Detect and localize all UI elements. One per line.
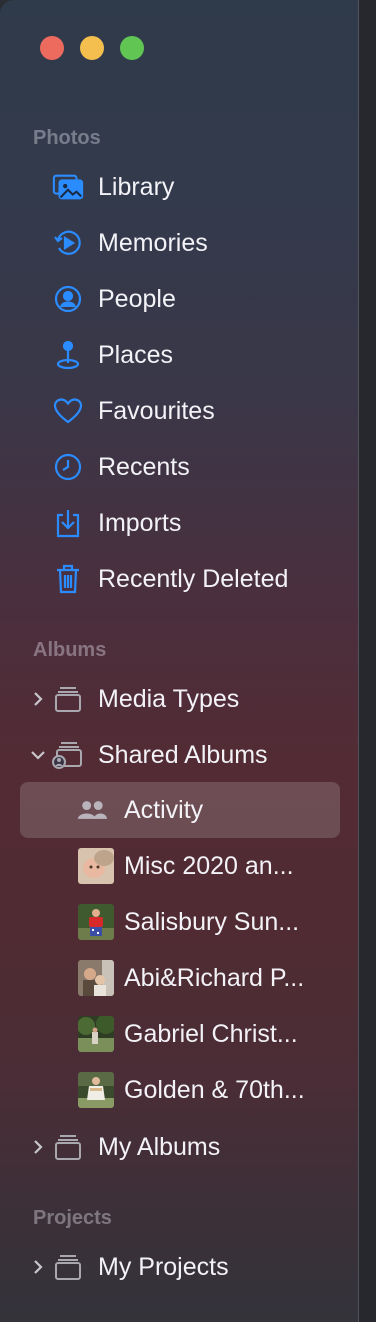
sidebar-item-library[interactable]: Library [0, 159, 360, 215]
sidebar-item-label: Favourites [98, 396, 215, 425]
album-thumbnail [78, 848, 114, 884]
people-activity-icon [76, 794, 108, 826]
sidebar-item-label: Library [98, 172, 175, 201]
sidebar-item-places[interactable]: Places [0, 327, 360, 383]
sidebar-item-label: Recents [98, 452, 190, 481]
sidebar-item-shared-albums[interactable]: Shared Albums [0, 727, 360, 783]
sidebar-item-activity[interactable]: Activity [0, 782, 360, 838]
section-header-albums: Albums [33, 639, 107, 661]
sidebar-item-people[interactable]: People [0, 271, 360, 327]
places-icon [52, 339, 84, 371]
sidebar-item-label: People [98, 284, 176, 313]
sidebar-item-label: Places [98, 340, 174, 369]
shared-album-item[interactable]: Misc 2020 an... [0, 838, 360, 894]
project-stack-icon [52, 1251, 84, 1283]
sidebar-item-my-albums[interactable]: My Albums [0, 1119, 360, 1175]
maximize-window-button[interactable] [120, 36, 144, 60]
sidebar-item-my-projects[interactable]: My Projects [0, 1239, 360, 1295]
sidebar-item-memories[interactable]: Memories [0, 215, 360, 271]
library-icon [52, 171, 84, 203]
album-thumbnail [78, 1016, 114, 1052]
sidebar-item-label: Shared Albums [98, 740, 268, 769]
shared-album-item[interactable]: Gabriel Christ... [0, 1006, 360, 1062]
shared-album-item[interactable]: Abi&Richard P... [0, 950, 360, 1006]
album-stack-icon [52, 683, 84, 715]
chevron-right-icon[interactable] [28, 1255, 48, 1279]
sidebar-item-recently-deleted[interactable]: Recently Deleted [0, 551, 360, 607]
sidebar: Photos Library Memories People Places Fa… [0, 0, 360, 1322]
sidebar-item-label: Misc 2020 an... [124, 851, 294, 880]
sidebar-item-favourites[interactable]: Favourites [0, 383, 360, 439]
clock-icon [52, 451, 84, 483]
sidebar-item-label: My Albums [98, 1132, 221, 1161]
chevron-right-icon[interactable] [28, 1135, 48, 1159]
sidebar-item-media-types[interactable]: Media Types [0, 671, 360, 727]
sidebar-item-label: Activity [124, 795, 204, 824]
import-icon [52, 507, 84, 539]
sidebar-item-label: Gabriel Christ... [124, 1019, 298, 1048]
chevron-right-icon[interactable] [28, 687, 48, 711]
sidebar-item-label: My Projects [98, 1252, 229, 1281]
shared-album-icon [52, 739, 84, 771]
album-thumbnail [78, 960, 114, 996]
chevron-down-icon[interactable] [28, 743, 48, 767]
sidebar-item-label: Golden & 70th... [124, 1075, 305, 1104]
section-header-photos: Photos [33, 127, 101, 149]
sidebar-item-label: Salisbury Sun... [124, 907, 300, 936]
sidebar-item-label: Imports [98, 508, 182, 537]
album-stack-icon [52, 1131, 84, 1163]
section-header-projects: Projects [33, 1207, 112, 1229]
close-window-button[interactable] [40, 36, 64, 60]
people-icon [52, 283, 84, 315]
sidebar-item-label: Recently Deleted [98, 564, 289, 593]
sidebar-item-label: Media Types [98, 684, 240, 713]
sidebar-item-label: Memories [98, 228, 208, 257]
sidebar-item-label: Abi&Richard P... [124, 963, 305, 992]
sidebar-item-recents[interactable]: Recents [0, 439, 360, 495]
album-thumbnail [78, 904, 114, 940]
sidebar-item-imports[interactable]: Imports [0, 495, 360, 551]
trash-icon [52, 563, 84, 595]
shared-album-item[interactable]: Salisbury Sun... [0, 894, 360, 950]
album-thumbnail [78, 1072, 114, 1108]
heart-icon [52, 395, 84, 427]
minimize-window-button[interactable] [80, 36, 104, 60]
memories-icon [52, 227, 84, 259]
shared-album-item[interactable]: Golden & 70th... [0, 1062, 360, 1118]
window-divider [358, 0, 376, 1322]
